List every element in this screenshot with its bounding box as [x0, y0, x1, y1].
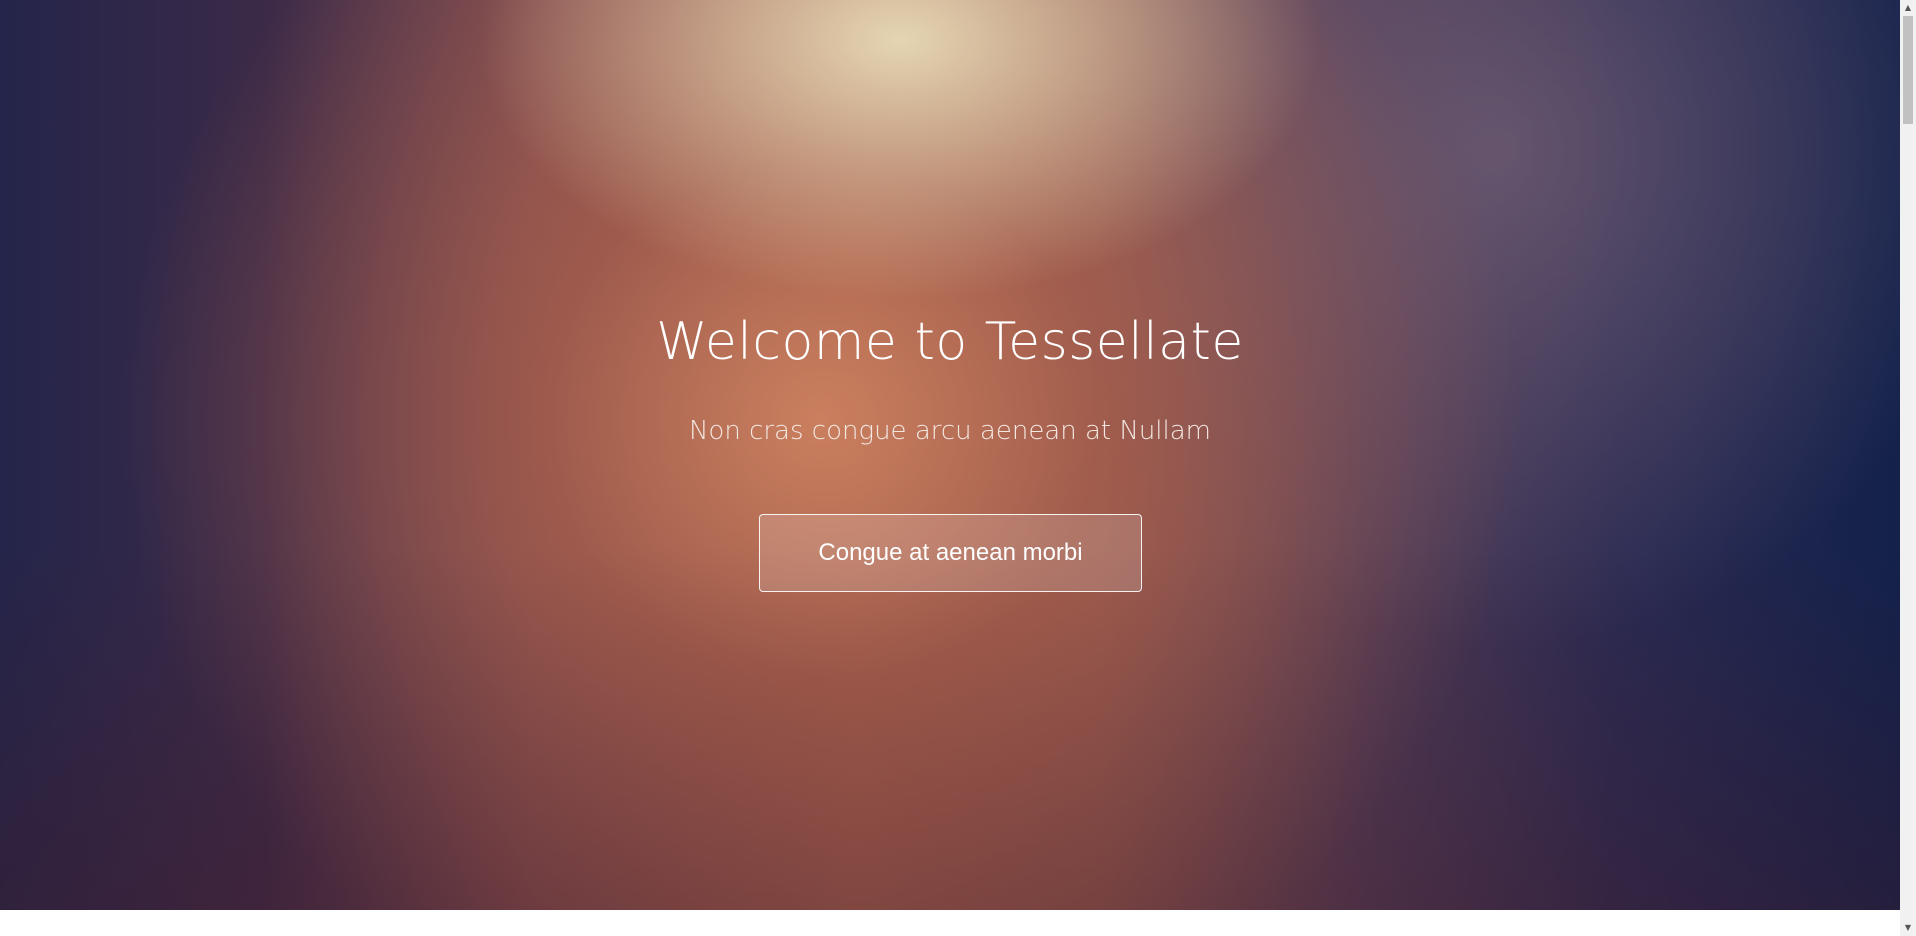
page-viewport: Welcome to Tessellate Non cras congue ar… [0, 0, 1900, 936]
cta-button[interactable]: Congue at aenean morbi [759, 514, 1142, 592]
scroll-thumb[interactable] [1903, 16, 1913, 124]
scroll-down-icon[interactable]: ▼ [1900, 920, 1916, 936]
hero-content: Welcome to Tessellate Non cras congue ar… [0, 0, 1900, 910]
hero-title: Welcome to Tessellate [656, 312, 1244, 372]
vertical-scrollbar[interactable]: ▲ ▼ [1900, 0, 1916, 936]
scroll-up-icon[interactable]: ▲ [1900, 0, 1916, 16]
hero-section: Welcome to Tessellate Non cras congue ar… [0, 0, 1900, 910]
hero-subtitle: Non cras congue arcu aenean at Nullam [688, 416, 1212, 446]
